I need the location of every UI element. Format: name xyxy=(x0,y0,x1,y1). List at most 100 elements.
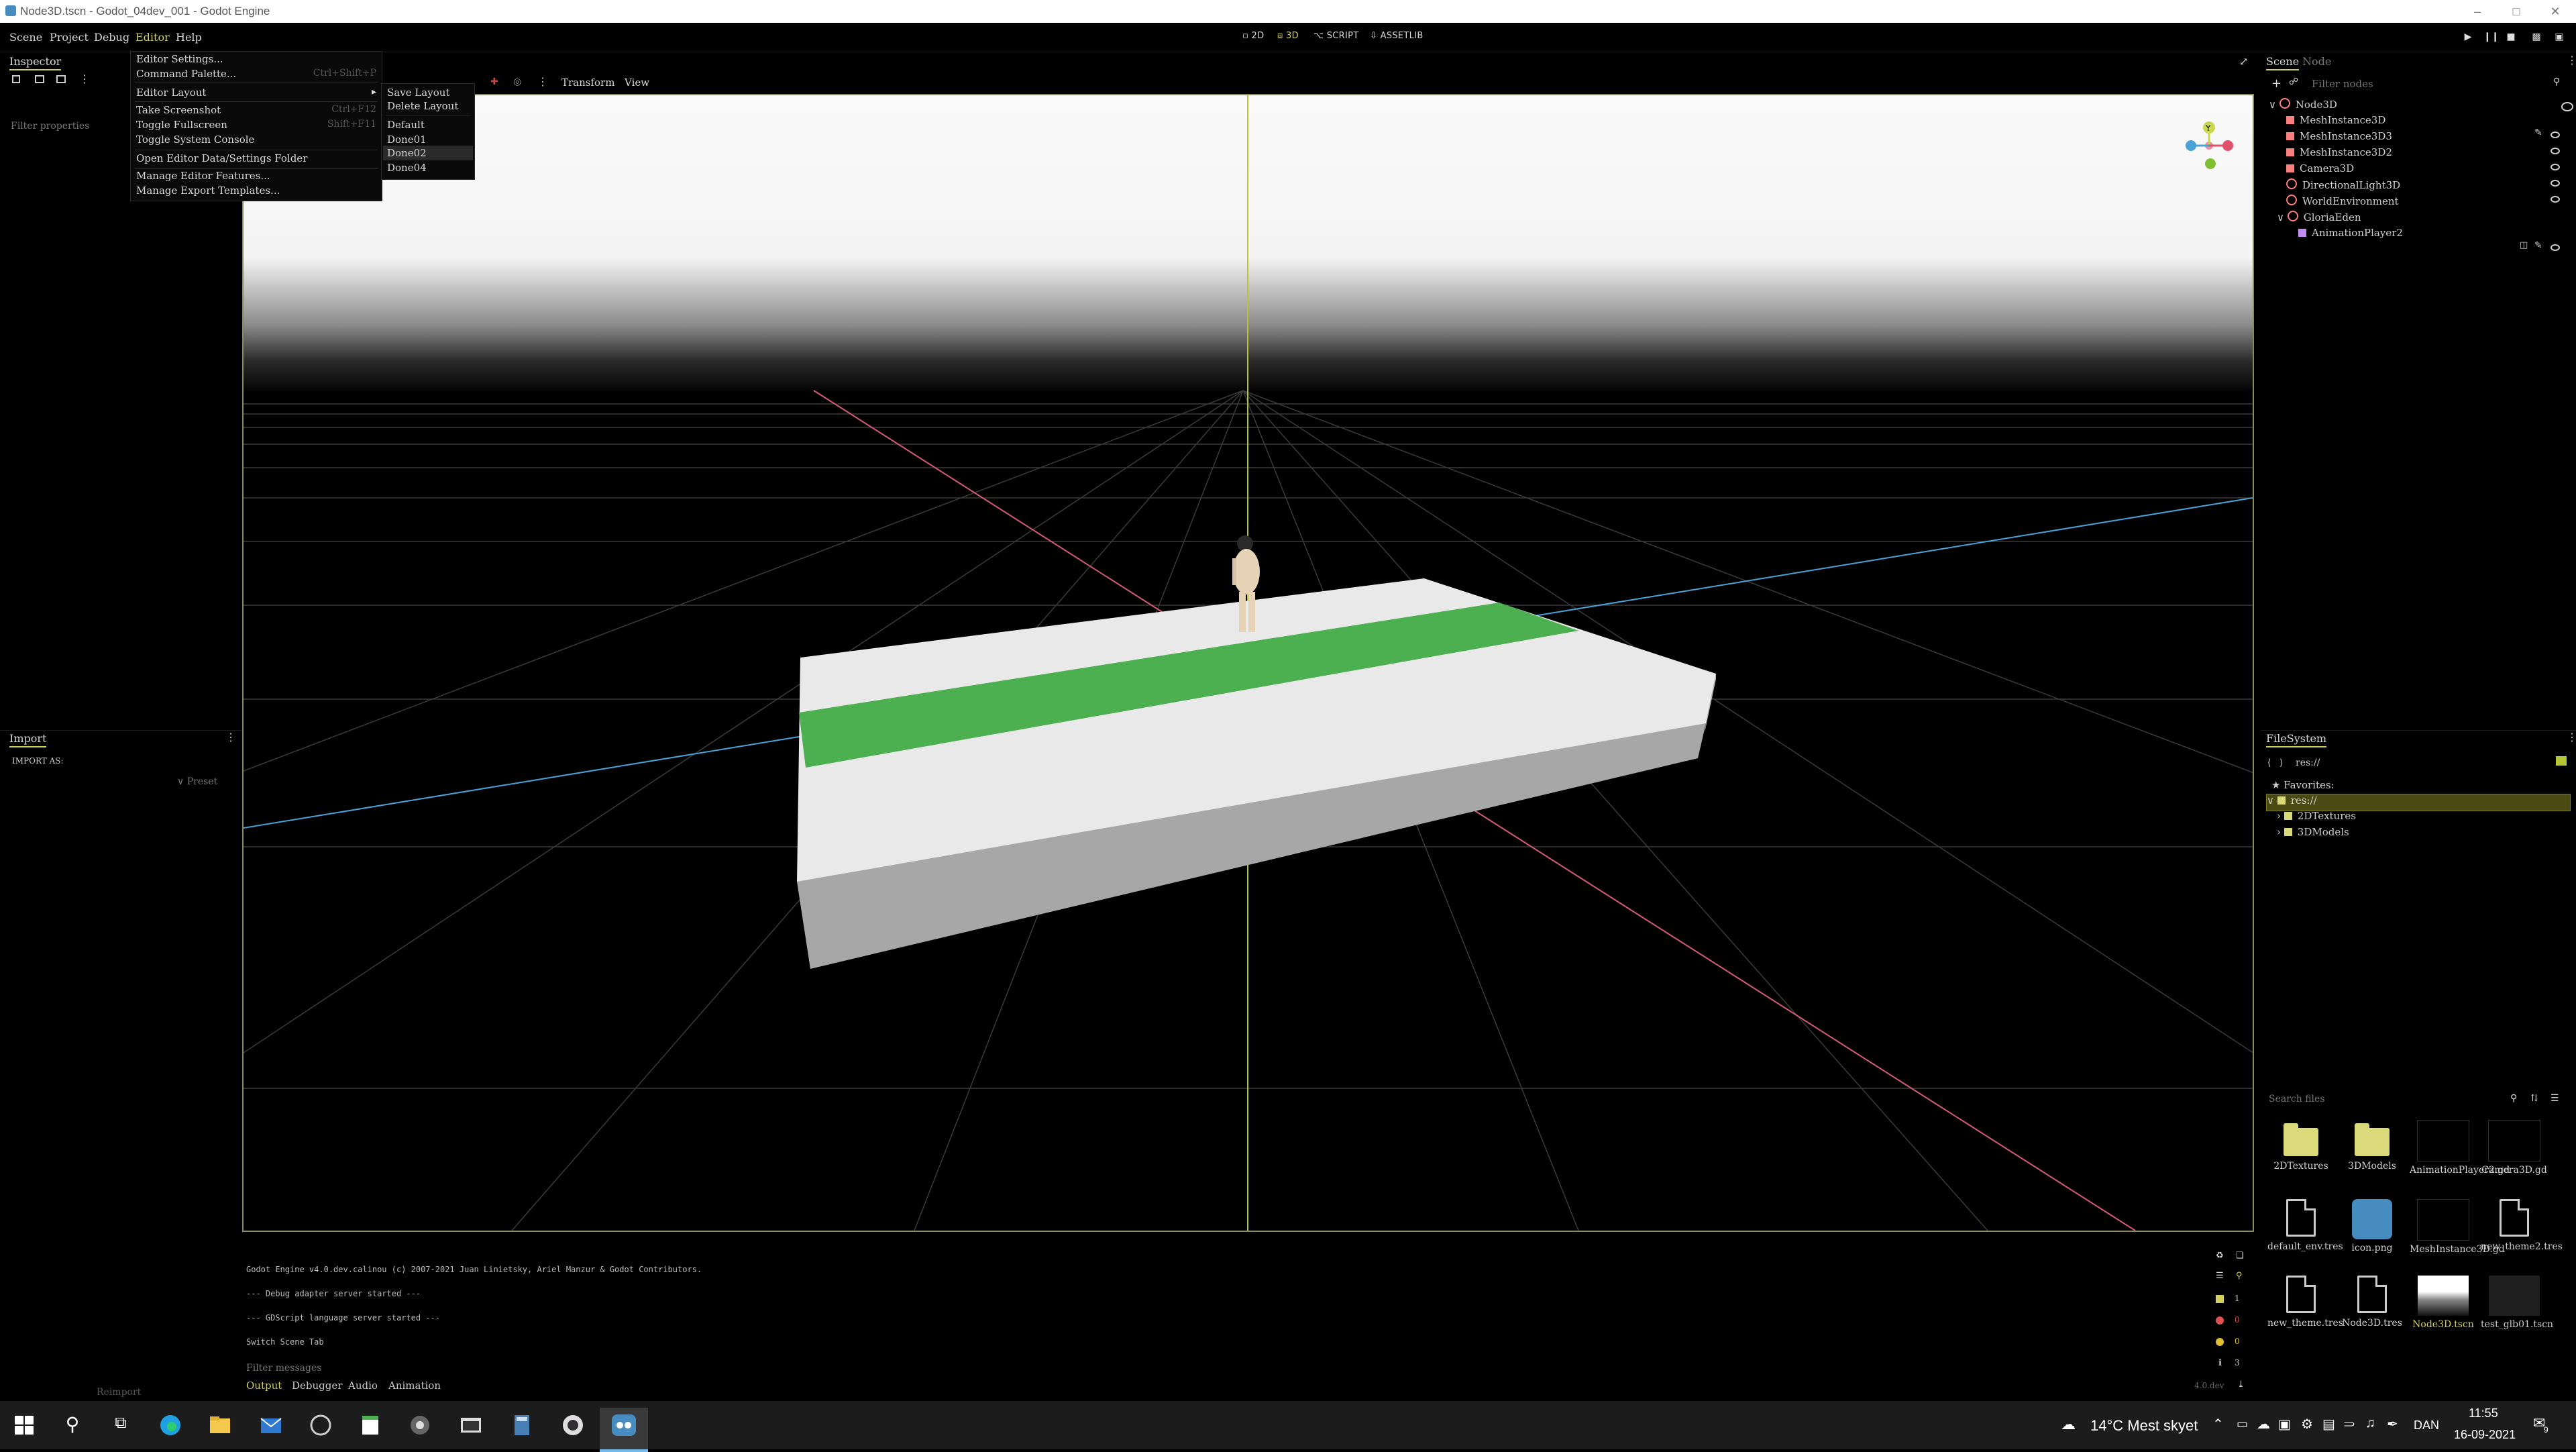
tab-animation[interactable]: Animation xyxy=(388,1380,441,1392)
menu-item-toggle-console[interactable]: Toggle System Console xyxy=(136,134,254,146)
view-list-icon[interactable]: ☰ xyxy=(2551,1093,2559,1104)
tray-app-icon[interactable]: ▣ xyxy=(2278,1416,2291,1433)
menu-help[interactable]: Help xyxy=(176,31,202,44)
file-new-theme-tres[interactable]: new_theme.tres xyxy=(2267,1276,2343,1329)
menu-scene[interactable]: Scene xyxy=(9,31,42,44)
search-files-input[interactable] xyxy=(2267,1092,2509,1106)
tree-folder-2dtextures[interactable]: › 2DTextures xyxy=(2277,810,2356,826)
menu-item-toggle-fullscreen[interactable]: Toggle Fullscreen xyxy=(136,119,227,131)
tree-node-worldenvironment[interactable]: WorldEnvironment xyxy=(2286,195,2399,211)
stop-icon[interactable]: ■ xyxy=(2505,31,2517,43)
tree-node-meshinstance3d3[interactable]: MeshInstance3D3 xyxy=(2286,130,2392,146)
distraction-free-icon[interactable]: ⤢ xyxy=(2239,55,2248,68)
menu-item-open-data-folder[interactable]: Open Editor Data/Settings Folder xyxy=(136,152,307,164)
search-icon[interactable]: ⚲ xyxy=(2553,76,2560,87)
file-explorer-icon[interactable] xyxy=(208,1413,232,1437)
menu-item-editor-layout[interactable]: Editor Layout xyxy=(136,87,206,99)
menu-item-command-palette[interactable]: Command Palette... xyxy=(136,68,236,80)
mode-2d-button[interactable]: ▫ 2D xyxy=(1242,31,1264,41)
script-icon[interactable]: ✎ xyxy=(2534,127,2542,138)
save-resource-icon[interactable] xyxy=(56,75,66,83)
play-custom-icon[interactable]: ▣ xyxy=(2553,31,2565,43)
menu-editor[interactable]: Editor xyxy=(136,31,170,44)
terminal-icon[interactable] xyxy=(459,1413,483,1437)
pen-icon[interactable]: ✒ xyxy=(2387,1416,2398,1433)
message-filter-icon[interactable] xyxy=(2216,1295,2224,1303)
panel-menu-icon[interactable]: ⋮ xyxy=(225,731,236,743)
file-default-env-tres[interactable]: default_env.tres xyxy=(2267,1199,2343,1252)
info-icon[interactable]: ℹ xyxy=(2218,1358,2222,1368)
link-icon[interactable]: ☍ xyxy=(2289,76,2298,87)
tab-node[interactable]: Node xyxy=(2302,55,2331,68)
tree-node-node3d[interactable]: ∨ Node3D xyxy=(2269,98,2573,114)
tab-output[interactable]: Output xyxy=(246,1380,282,1392)
onedrive-icon[interactable]: ☁ xyxy=(2257,1416,2270,1433)
obs-icon[interactable] xyxy=(561,1413,585,1437)
search-icon[interactable]: ⚲ xyxy=(2510,1093,2517,1104)
volume-icon[interactable]: ♫ xyxy=(2365,1416,2375,1431)
file-test-glb01-tscn[interactable]: test_glb01.tscn xyxy=(2481,1276,2553,1330)
maximize-button[interactable]: □ xyxy=(2497,0,2536,23)
play-icon[interactable]: ▶ xyxy=(2462,31,2474,43)
clock-date[interactable]: 16-09-2021 xyxy=(2454,1428,2516,1442)
tab-audio[interactable]: Audio xyxy=(348,1380,378,1392)
task-view-icon[interactable]: ⧉ xyxy=(109,1413,133,1437)
weather-icon[interactable]: ☁ xyxy=(2061,1416,2076,1433)
tray-expand-icon[interactable]: ⌃ xyxy=(2212,1416,2224,1433)
split-mode-icon[interactable] xyxy=(2556,756,2567,766)
toggle-list-icon[interactable]: ☰ xyxy=(2216,1271,2224,1281)
back-icon[interactable]: ⟨ xyxy=(2267,758,2271,768)
lock-icon[interactable]: ✚ xyxy=(490,76,498,87)
menu-item-manage-features[interactable]: Manage Editor Features... xyxy=(136,170,270,182)
3d-viewport[interactable]: Y xyxy=(242,94,2254,1232)
mail-icon[interactable] xyxy=(259,1413,283,1437)
layout-delete[interactable]: Delete Layout xyxy=(387,100,458,112)
filter-messages-input[interactable] xyxy=(245,1361,513,1376)
layout-done01[interactable]: Done01 xyxy=(387,134,427,146)
visibility-eye-icon[interactable] xyxy=(2551,148,2560,154)
file-meshinstance3d-gd[interactable]: MeshInstance3D.gd xyxy=(2410,1199,2505,1255)
sort-icon[interactable]: ⇅ xyxy=(2530,1093,2538,1104)
layout-done02[interactable]: Done02 xyxy=(387,147,427,159)
network-icon[interactable]: ▤ xyxy=(2322,1416,2335,1433)
layout-done04[interactable]: Done04 xyxy=(387,162,427,174)
tray-app-icon[interactable]: ⚙ xyxy=(2301,1416,2313,1433)
layout-default[interactable]: Default xyxy=(387,119,425,131)
visibility-eye-icon[interactable] xyxy=(2551,180,2560,187)
panel-menu-icon[interactable]: ⋮ xyxy=(2567,731,2576,743)
mode-3d-button[interactable]: ⧈ 3D xyxy=(1277,31,1299,41)
tab-inspector[interactable]: Inspector xyxy=(9,55,62,70)
visibility-eye-icon[interactable] xyxy=(2551,244,2560,251)
file-node3d-tres[interactable]: Node3D.tres xyxy=(2339,1276,2406,1329)
weather-text[interactable]: 14°C Mest skyet xyxy=(2090,1417,2198,1435)
menu-item-take-screenshot[interactable]: Take Screenshot xyxy=(136,104,221,116)
file-new-theme2-tres[interactable]: new_theme2.tres xyxy=(2481,1199,2563,1252)
tree-node-meshinstance3d2[interactable]: MeshInstance3D2 xyxy=(2286,146,2392,162)
pause-icon[interactable]: ❙❙ xyxy=(2483,31,2499,43)
script-icon[interactable]: ✎ xyxy=(2534,240,2542,251)
error-icon[interactable] xyxy=(2216,1316,2224,1325)
tab-scene[interactable]: Scene xyxy=(2266,55,2300,70)
path-field[interactable]: res:// xyxy=(2296,758,2320,768)
menu-item-manage-templates[interactable]: Manage Export Templates... xyxy=(136,185,280,197)
search-icon[interactable]: ⚲ xyxy=(2236,1271,2243,1281)
open-in-editor-icon[interactable]: ◫ xyxy=(2520,240,2528,250)
tab-import[interactable]: Import xyxy=(9,732,47,747)
transform-menu[interactable]: Transform xyxy=(561,76,614,89)
minimize-button[interactable]: – xyxy=(2458,0,2497,23)
tab-debugger[interactable]: Debugger xyxy=(292,1380,342,1392)
tree-node-gloriaeden[interactable]: ∨ GloriaEden xyxy=(2277,211,2361,227)
close-button[interactable]: ✕ xyxy=(2536,0,2575,23)
view-menu[interactable]: View xyxy=(625,76,649,89)
file-icon-png[interactable]: icon.png xyxy=(2339,1199,2406,1253)
app-icon[interactable] xyxy=(408,1413,432,1437)
tree-node-meshinstance3d[interactable]: MeshInstance3D xyxy=(2286,114,2385,130)
file-camera3d-gd[interactable]: Camera3D.gd xyxy=(2481,1120,2548,1176)
search-icon[interactable]: ⚲ xyxy=(60,1413,85,1437)
tab-filesystem[interactable]: FileSystem xyxy=(2266,732,2327,747)
calculator-icon[interactable] xyxy=(510,1413,534,1437)
layout-save[interactable]: Save Layout xyxy=(387,87,449,99)
toolbar-more-icon[interactable]: ⋮ xyxy=(537,75,548,88)
filter-nodes-input[interactable] xyxy=(2310,76,2512,91)
edge-browser-icon[interactable] xyxy=(158,1413,182,1437)
